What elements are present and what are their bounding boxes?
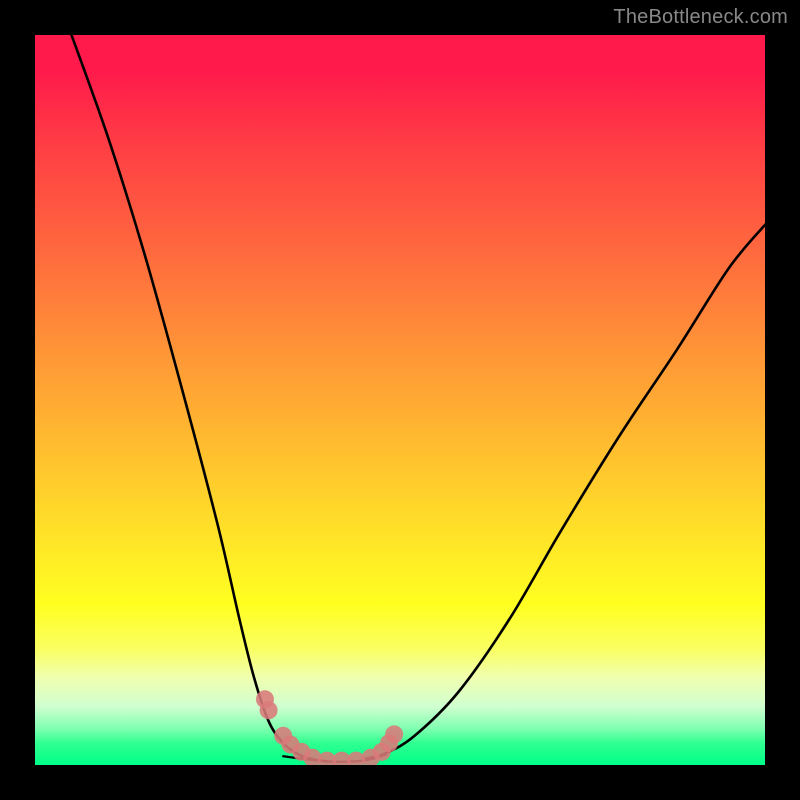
chart-frame: TheBottleneck.com [0,0,800,800]
gradient-main [35,35,765,765]
plot-area [35,35,765,765]
attribution-label: TheBottleneck.com [613,6,788,29]
gradient-background [35,35,765,765]
